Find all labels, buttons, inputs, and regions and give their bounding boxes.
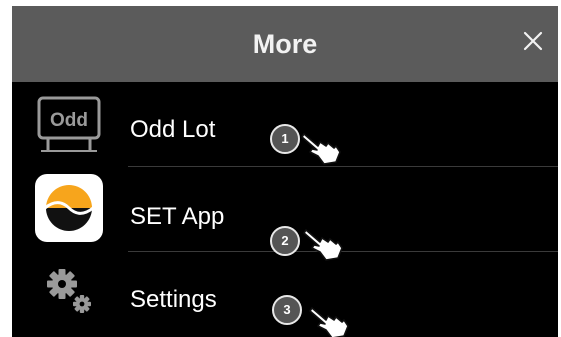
page-title: More — [252, 29, 318, 59]
tap-hand-icon — [300, 128, 342, 166]
gear-icon — [42, 264, 98, 320]
menu-item-label: SET App — [130, 203, 225, 230]
close-button[interactable] — [522, 30, 544, 52]
step-badge: 3 — [272, 295, 302, 325]
step-badge: 1 — [270, 124, 300, 154]
menu-item-label: Odd Lot — [130, 116, 216, 143]
tap-hand-icon — [302, 224, 344, 262]
odd-lot-icon-text: Odd — [50, 110, 88, 131]
more-menu-screen: More Odd Odd Lot SET App Settings 1 2 3 — [12, 6, 558, 337]
set-app-icon — [34, 173, 104, 243]
tap-hand-icon — [308, 302, 350, 337]
close-icon — [523, 31, 543, 51]
odd-lot-icon: Odd — [32, 88, 106, 162]
header-bar: More — [12, 6, 558, 82]
step-badge: 2 — [270, 226, 300, 256]
menu-item-label: Settings — [130, 286, 217, 313]
